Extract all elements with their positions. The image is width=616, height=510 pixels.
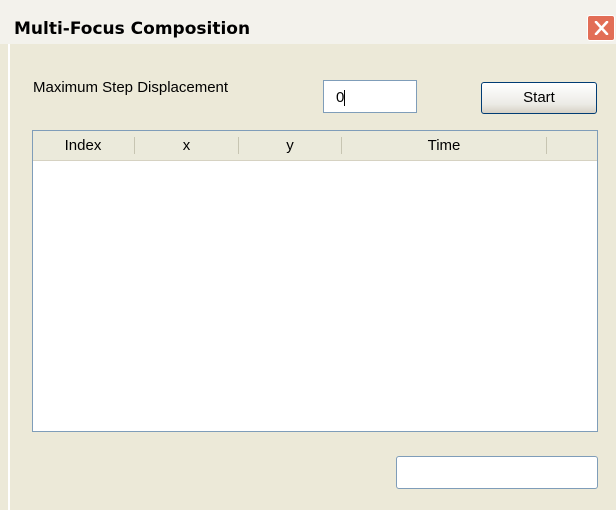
column-header-x[interactable]: x <box>135 131 238 160</box>
column-header-time[interactable]: Time <box>342 131 546 160</box>
table-header: Index x y Time <box>33 131 597 161</box>
dialog-window: Multi-Focus Composition Maximum Step Dis… <box>0 0 616 510</box>
text-caret <box>344 90 346 107</box>
table-body[interactable] <box>33 161 597 431</box>
column-header-index[interactable]: Index <box>33 131 133 160</box>
column-header-y[interactable]: y <box>239 131 341 160</box>
close-x-icon <box>594 21 609 35</box>
window-title: Multi-Focus Composition <box>14 19 251 39</box>
max-step-displacement-value: 0 <box>336 89 345 106</box>
results-table[interactable]: Index x y Time <box>32 130 598 432</box>
title-bar[interactable]: Multi-Focus Composition <box>0 0 616 44</box>
start-button[interactable]: Start <box>481 82 597 114</box>
column-separator[interactable] <box>546 137 547 154</box>
status-field[interactable] <box>396 456 598 489</box>
max-step-displacement-input[interactable]: 0 <box>323 80 417 113</box>
max-step-displacement-label: Maximum Step Displacement <box>33 79 229 96</box>
close-button[interactable] <box>587 15 615 41</box>
window-left-edge <box>8 44 10 510</box>
